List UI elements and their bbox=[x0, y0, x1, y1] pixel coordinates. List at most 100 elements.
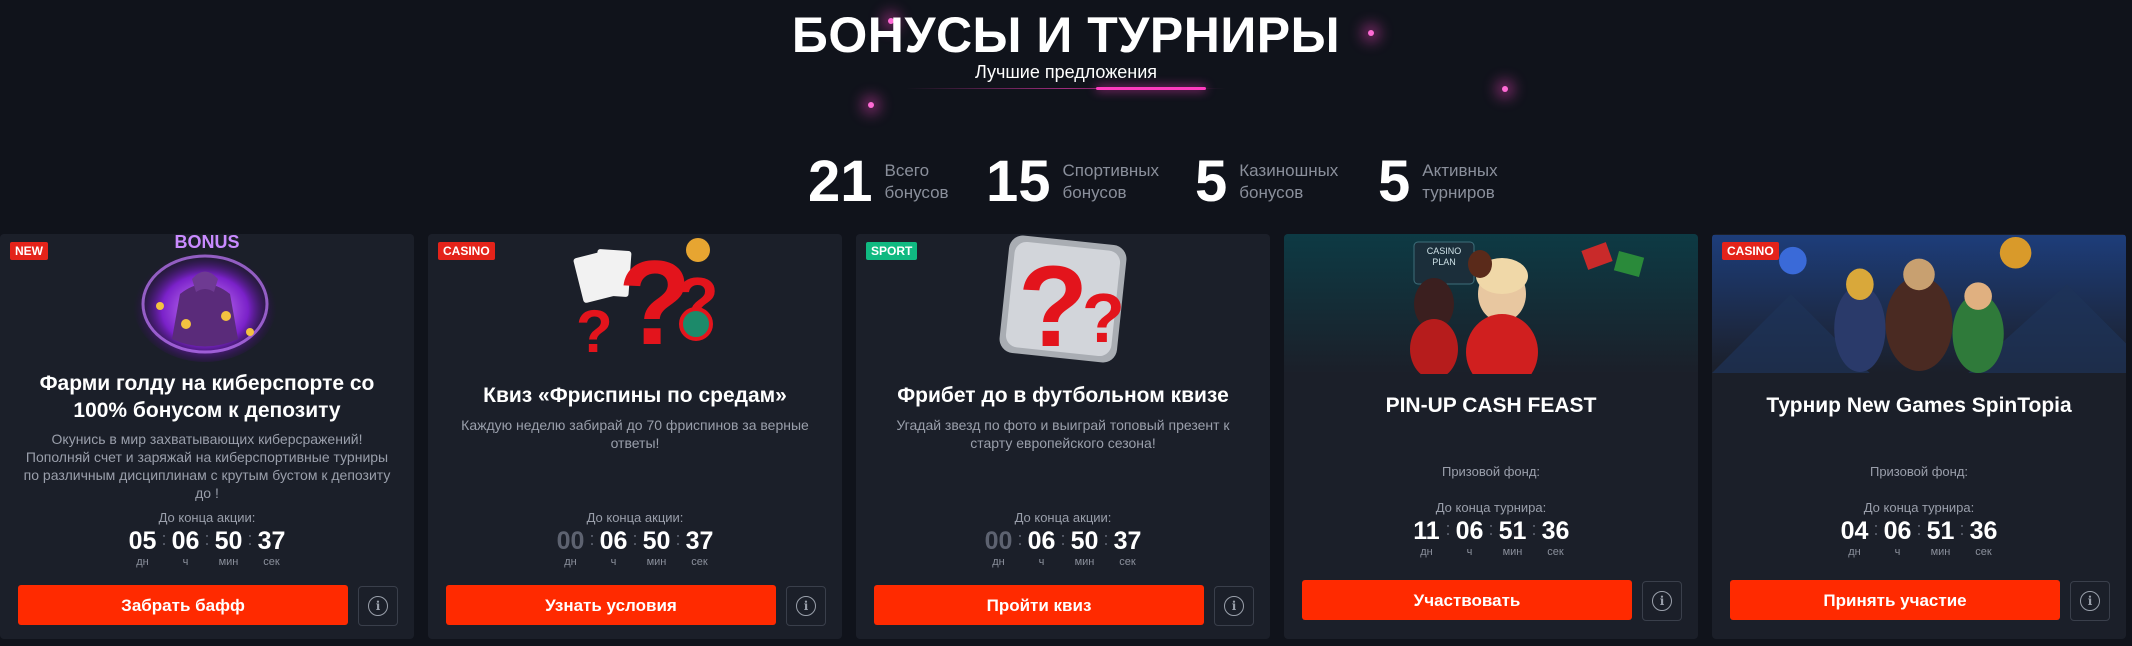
bonus-card-football-quiz[interactable]: SPORT ? ? Фрибет до в футбольном квизе У… bbox=[856, 234, 1270, 639]
card-title: Фарми голду на киберспорте со 100% бонус… bbox=[39, 372, 375, 422]
info-icon: i bbox=[1224, 596, 1244, 616]
badge-new: NEW bbox=[10, 242, 48, 260]
info-icon: i bbox=[796, 596, 816, 616]
timer-unit: сек bbox=[1547, 546, 1564, 558]
timer-unit: мин bbox=[218, 556, 239, 568]
timer-unit: ч bbox=[610, 556, 617, 568]
timer-unit: ч bbox=[1038, 556, 1045, 568]
timer-hours: 06 bbox=[1883, 517, 1912, 545]
timer-caption: До конца акции: bbox=[1014, 510, 1112, 525]
timer-unit: дн bbox=[1848, 546, 1861, 558]
bonus-art-label: BONUS bbox=[174, 234, 240, 252]
timer-minutes: 50 bbox=[642, 527, 671, 555]
stat-label-line: Всего bbox=[884, 161, 930, 180]
timer-days: 00 bbox=[556, 527, 585, 555]
casino-plan-sign-text: CASINO PLAN bbox=[1426, 246, 1462, 267]
stat-casino-bonuses: 5 Казиношных бонусов bbox=[1195, 150, 1338, 214]
timer-caption: До конца турнира: bbox=[1863, 500, 1975, 515]
question-box-illustration: ? ? bbox=[999, 235, 1127, 369]
card-title: Квиз «Фриспины по средам» bbox=[483, 384, 787, 407]
stat-value: 5 bbox=[1378, 149, 1411, 214]
card-title: Фрибет до в футбольном квизе bbox=[897, 384, 1229, 407]
timer-caption: До конца акции: bbox=[158, 510, 256, 525]
timer-unit: дн bbox=[992, 556, 1005, 568]
timer-hours: 06 bbox=[1027, 527, 1056, 555]
prize-fund-label: Призовой фонд: bbox=[1441, 464, 1541, 479]
stat-label-line: турниров bbox=[1422, 183, 1495, 202]
timer-unit: мин bbox=[1930, 546, 1951, 558]
page-subtitle: Лучшие предложения bbox=[974, 62, 1158, 82]
timer-caption: До конца акции: bbox=[586, 510, 684, 525]
card-description: Угадай звезд по фото и выиграй топовый п… bbox=[896, 417, 1230, 451]
learn-conditions-button[interactable]: Узнать условия bbox=[446, 585, 776, 625]
timer-unit: мин bbox=[1502, 546, 1523, 558]
timer-seconds: 37 bbox=[685, 527, 714, 555]
tournament-card-spintopia[interactable]: CASINO Турнир New Games SpinTopia Призов… bbox=[1712, 234, 2126, 639]
timer-minutes: 51 bbox=[1926, 517, 1955, 545]
title-divider-highlight bbox=[1096, 87, 1206, 90]
timer-minutes: 50 bbox=[1070, 527, 1099, 555]
svg-text:?: ? bbox=[576, 298, 613, 365]
timer-seconds: 37 bbox=[1113, 527, 1142, 555]
bonus-bag-illustration bbox=[133, 246, 277, 362]
info-icon: i bbox=[1652, 591, 1672, 611]
badge-sport: SPORT bbox=[866, 242, 918, 260]
info-button[interactable]: i bbox=[786, 586, 826, 626]
prize-fund-label: Призовой фонд: bbox=[1869, 464, 1969, 479]
svg-text:?: ? bbox=[1018, 243, 1088, 369]
info-icon: i bbox=[368, 596, 388, 616]
card-description: Окунись в мир захватывающих киберсражени… bbox=[23, 431, 391, 501]
stat-total-bonuses: 21 Всего бонусов bbox=[808, 150, 949, 214]
card-title: Турнир New Games SpinTopia bbox=[1766, 394, 2072, 417]
stat-value: 5 bbox=[1195, 149, 1228, 214]
card-title: PIN-UP CASH FEAST bbox=[1385, 394, 1597, 417]
tournament-card-pinup-cash-feast[interactable]: CASINO PLAN PIN-UP CASH FEAST Призовой ф… bbox=[1284, 234, 1698, 639]
timer-seconds: 36 bbox=[1969, 517, 1998, 545]
stat-label-line: Спортивных bbox=[1062, 161, 1159, 180]
stats-bar: 21 Всего бонусов 15 Спортивных бонусов 5… bbox=[0, 150, 2132, 220]
stat-label-line: Активных bbox=[1422, 161, 1498, 180]
timer-unit: ч bbox=[182, 556, 189, 568]
stat-label: Активных турниров bbox=[1422, 160, 1497, 204]
stat-active-tournaments: 5 Активных турниров bbox=[1378, 150, 1498, 214]
stat-label: Казиношных бонусов bbox=[1239, 160, 1338, 204]
timer-unit: мин bbox=[646, 556, 667, 568]
participate-button[interactable]: Участвовать bbox=[1302, 580, 1632, 620]
timer-seconds: 36 bbox=[1541, 517, 1570, 545]
claim-buff-button[interactable]: Забрать бафф bbox=[18, 585, 348, 625]
info-button[interactable]: i bbox=[358, 586, 398, 626]
stat-label: Всего бонусов bbox=[885, 160, 949, 204]
stat-label-line: бонусов bbox=[1062, 183, 1127, 202]
timer-unit: ч bbox=[1466, 546, 1473, 558]
info-icon: i bbox=[2080, 591, 2100, 611]
badge-casino: CASINO bbox=[1722, 242, 1779, 260]
page-title: БОНУСЫ И ТУРНИРЫ bbox=[791, 7, 1341, 63]
bonus-card-esports[interactable]: NEW BONUS Фарми голду на киберспорте со … bbox=[0, 234, 414, 639]
info-button[interactable]: i bbox=[2070, 581, 2110, 621]
countdown-timer: До конца турнира: 11 дн : 06 ч : 51 мин : 3… bbox=[1284, 500, 1698, 559]
timer-days: 04 bbox=[1840, 517, 1869, 545]
timer-unit: мин bbox=[1074, 556, 1095, 568]
countdown-timer: До конца акции: 05 дн : 06 ч : 50 мин : 37 с… bbox=[0, 510, 414, 569]
info-button[interactable]: i bbox=[1214, 586, 1254, 626]
info-button[interactable]: i bbox=[1642, 581, 1682, 621]
svg-text:?: ? bbox=[1082, 279, 1125, 357]
timer-hours: 06 bbox=[1455, 517, 1484, 545]
timer-unit: дн bbox=[136, 556, 149, 568]
join-tournament-button[interactable]: Принять участие bbox=[1730, 580, 2060, 620]
take-quiz-button[interactable]: Пройти квиз bbox=[874, 585, 1204, 625]
timer-unit: ч bbox=[1894, 546, 1901, 558]
stat-label-line: бонусов bbox=[884, 183, 949, 202]
timer-caption: До конца турнира: bbox=[1435, 500, 1547, 515]
badge-casino: CASINO bbox=[438, 242, 495, 260]
bonus-card-quiz-freespins[interactable]: CASINO ? ? ? Квиз «Фриспины по средам» К… bbox=[428, 234, 842, 639]
timer-days: 05 bbox=[128, 527, 157, 555]
countdown-timer: До конца турнира: 04 дн : 06 ч : 51 мин : 3… bbox=[1712, 500, 2126, 559]
timer-unit: сек bbox=[1975, 546, 1992, 558]
timer-unit: сек bbox=[691, 556, 708, 568]
timer-minutes: 51 bbox=[1498, 517, 1527, 545]
section-header: БОНУСЫ И ТУРНИРЫ Лучшие предложения bbox=[0, 0, 2132, 110]
card-description: Каждую неделю забирай до 70 фриспинов за… bbox=[461, 417, 809, 451]
timer-minutes: 50 bbox=[214, 527, 243, 555]
stat-value: 15 bbox=[986, 149, 1051, 214]
